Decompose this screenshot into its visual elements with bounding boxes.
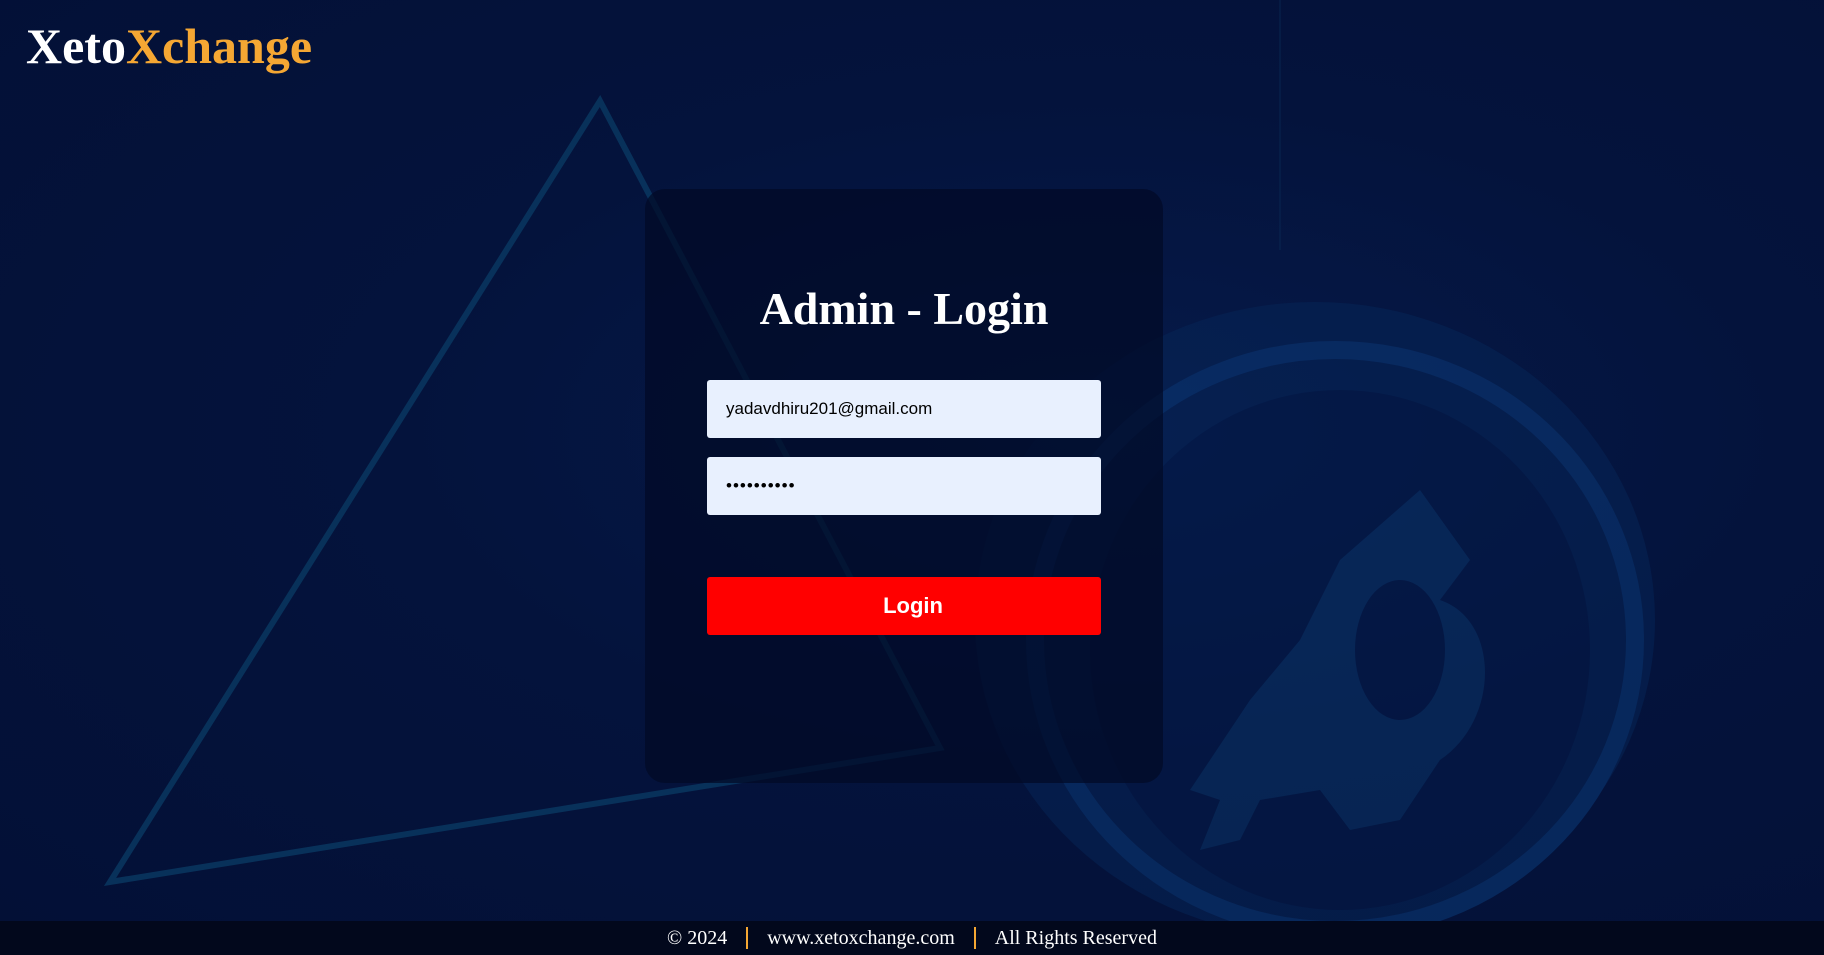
brand-name-part1: Xeto [26, 18, 126, 74]
email-field[interactable] [707, 380, 1101, 438]
footer-copyright: © 2024 [667, 926, 728, 949]
password-field[interactable] [707, 457, 1101, 515]
brand-logo[interactable]: XetoXchange [26, 14, 312, 78]
footer: © 2024 www.xetoxchange.com All Rights Re… [0, 921, 1824, 955]
footer-rights: All Rights Reserved [994, 926, 1157, 949]
login-page: XetoXchange Admin - Login Login © 2024 w… [0, 0, 1824, 955]
footer-website-link[interactable]: www.xetoxchange.com [748, 927, 974, 950]
login-card: Admin - Login Login [645, 189, 1163, 783]
page-title: Admin - Login [759, 283, 1049, 334]
brand-name-part2: Xchange [125, 18, 313, 74]
login-button[interactable]: Login [707, 577, 1101, 635]
